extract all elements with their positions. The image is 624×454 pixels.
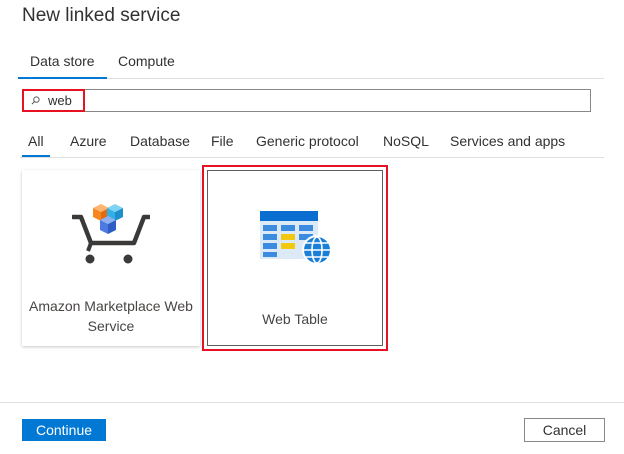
filter-all[interactable]: All <box>22 132 49 157</box>
category-filter-bar: All Azure Database File Generic protocol… <box>20 130 604 158</box>
shopping-cart-icon <box>72 204 150 264</box>
search-highlight-box <box>22 89 85 112</box>
filter-generic-protocol[interactable]: Generic protocol <box>256 132 359 156</box>
search-input[interactable] <box>48 92 568 109</box>
dialog-title: New linked service <box>22 5 181 26</box>
tab-data-store[interactable]: Data store <box>18 52 107 79</box>
web-table-icon <box>260 211 332 265</box>
connector-card-web-table[interactable]: Web Table <box>207 170 383 346</box>
connector-label: Web Table <box>262 311 328 327</box>
continue-button[interactable]: Continue <box>22 419 106 441</box>
connector-label: Amazon Marketplace Web Service <box>29 298 193 334</box>
footer-divider <box>0 402 624 403</box>
filter-azure[interactable]: Azure <box>70 132 107 156</box>
tab-bar: Data store Compute <box>18 50 604 79</box>
connector-card-amazon-marketplace[interactable]: Amazon Marketplace Web Service <box>22 170 200 346</box>
filter-services-and-apps[interactable]: Services and apps <box>450 132 565 156</box>
cancel-button[interactable]: Cancel <box>524 418 605 442</box>
search-box[interactable] <box>22 89 591 112</box>
filter-database[interactable]: Database <box>130 132 190 156</box>
filter-file[interactable]: File <box>211 132 234 156</box>
filter-nosql[interactable]: NoSQL <box>383 132 429 156</box>
tab-compute[interactable]: Compute <box>106 52 187 78</box>
